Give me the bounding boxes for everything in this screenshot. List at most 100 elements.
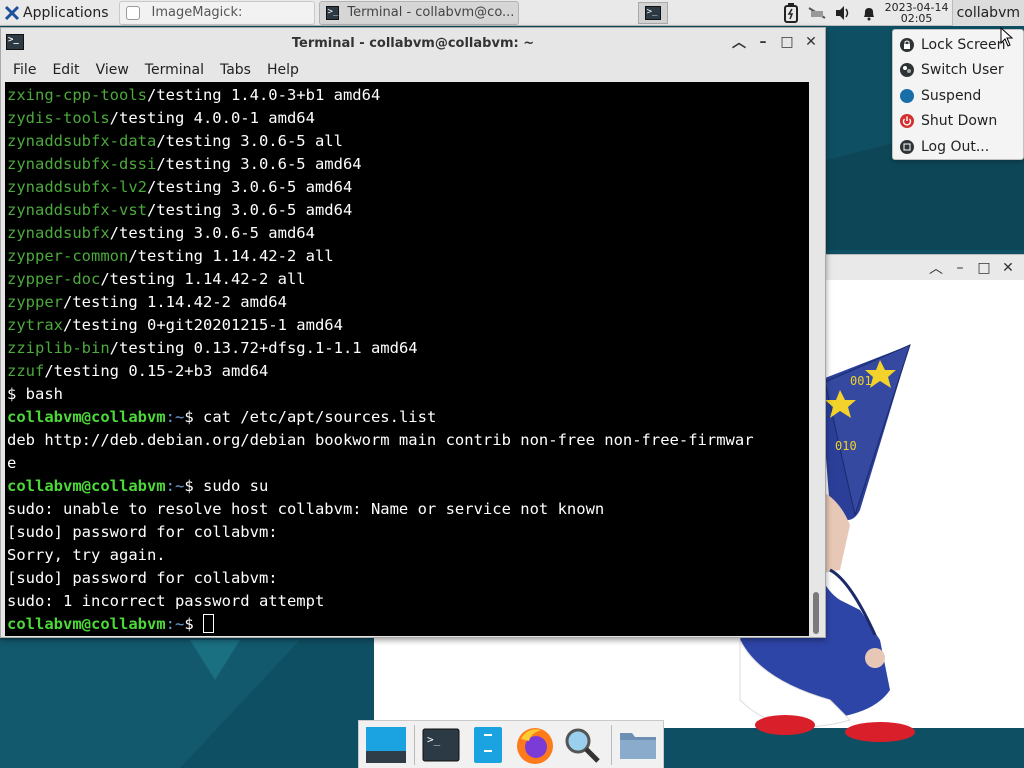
imagemagick-titlebar[interactable]: ︿ – □ ✕: [826, 254, 1024, 280]
text-cursor: [202, 614, 214, 633]
imagemagick-icon: [125, 5, 140, 20]
terminal-titlebar[interactable]: >_ Terminal - collabvm@collabvm: ~ ︿ – □…: [1, 28, 825, 58]
dock-search[interactable]: [560, 723, 605, 767]
close-icon[interactable]: ✕: [803, 33, 819, 51]
package-name: zydis-tools: [7, 109, 110, 127]
menu-view[interactable]: View: [88, 62, 137, 78]
search-icon: [565, 728, 601, 763]
terminal-window: >_ Terminal - collabvm@collabvm: ~ ︿ – □…: [0, 27, 826, 638]
terminal-line: deb http://deb.debian.org/debian bookwor…: [7, 431, 754, 449]
package-info: /testing 3.0.6-5 amd64: [146, 201, 353, 219]
switch-user-item[interactable]: Switch User: [893, 58, 1023, 84]
file-manager-icon: [474, 726, 503, 763]
log-out-item[interactable]: Log Out...: [893, 134, 1023, 160]
package-info: /testing 1.14.42-2 all: [100, 270, 306, 288]
power-icon: [899, 113, 915, 129]
maximize-icon[interactable]: □: [779, 33, 795, 51]
package-info: /testing 1.14.42-2 amd64: [63, 293, 287, 311]
prompt-symbol: $: [184, 408, 203, 426]
terminal-output[interactable]: zxing-cpp-tools/testing 1.4.0-3+b1 amd64…: [5, 82, 809, 636]
volume-icon[interactable]: [832, 2, 854, 24]
session-menu: Lock Screen Switch User Suspend Shut Dow…: [892, 29, 1024, 160]
package-line: zydis-tools/testing 4.0.0-1 amd64: [7, 107, 807, 130]
terminal-title: Terminal - collabvm@collabvm: ~: [291, 35, 535, 51]
terminal-icon: >_: [325, 5, 340, 20]
top-panel: Applications ImageMagick: >_ Terminal - …: [0, 0, 1024, 26]
terminal-line: [sudo] password for collabvm:: [7, 569, 278, 587]
taskbar-terminal-label: Terminal - collabvm@co...: [347, 5, 515, 20]
suspend-label: Suspend: [921, 87, 982, 104]
dock-separator: [610, 724, 612, 765]
minimize-icon[interactable]: –: [952, 259, 968, 277]
terminal-line: Sorry, try again.: [7, 546, 166, 564]
lock-icon: [899, 37, 915, 53]
mouse-pointer-icon: [1000, 27, 1014, 47]
package-name: zypper: [7, 293, 63, 311]
user-session-button[interactable]: collabvm: [951, 0, 1024, 26]
terminal-line: $ bash: [7, 385, 63, 403]
applications-menu-button[interactable]: Applications: [0, 0, 113, 26]
terminal-scrollbar[interactable]: [809, 82, 823, 636]
dock: >_: [358, 720, 664, 768]
chevron-up-icon[interactable]: ︿: [731, 33, 747, 51]
terminal-menubar: File Edit View Terminal Tabs Help: [1, 58, 825, 82]
package-info: /testing 3.0.6-5 amd64: [109, 224, 315, 242]
package-name: zziplib-bin: [7, 339, 110, 357]
battery-icon[interactable]: [780, 2, 802, 24]
taskbar-imagemagick[interactable]: ImageMagick:: [118, 0, 315, 25]
log-out-label: Log Out...: [921, 138, 990, 155]
package-info: /testing 3.0.6-5 amd64: [146, 178, 353, 196]
prompt-user: collabvm@collabvm: [7, 408, 166, 426]
package-info: /testing 1.14.42-2 all: [128, 247, 334, 265]
command-text: cat /etc/apt/sources.list: [202, 408, 437, 426]
package-name: zxing-cpp-tools: [7, 86, 147, 104]
suspend-item[interactable]: Suspend: [893, 83, 1023, 109]
user-label: collabvm: [956, 4, 1020, 21]
workspace-switcher[interactable]: >_: [637, 1, 668, 24]
svg-text:001: 001: [850, 374, 872, 388]
terminal-line: collabvm@collabvm:~$ cat /etc/apt/source…: [7, 406, 807, 429]
network-icon[interactable]: [806, 2, 828, 24]
package-line: zziplib-bin/testing 0.13.72+dfsg.1-1.1 a…: [7, 337, 807, 360]
package-name: zynaddsubfx-lv2: [7, 178, 147, 196]
menu-file[interactable]: File: [5, 62, 44, 78]
package-line: zypper-doc/testing 1.14.42-2 all: [7, 268, 807, 291]
dock-folder[interactable]: [616, 723, 661, 767]
dock-file-manager[interactable]: [466, 723, 511, 767]
taskbar-terminal[interactable]: >_ Terminal - collabvm@co...: [318, 0, 519, 25]
prompt-symbol: $: [184, 477, 203, 495]
package-info: /testing 0.15-2+b3 amd64: [44, 362, 269, 380]
package-info: /testing 0+git20201215-1 amd64: [63, 316, 343, 334]
clock-time: 02:05: [900, 11, 933, 25]
prompt-path: :~: [165, 615, 185, 633]
menu-edit[interactable]: Edit: [44, 62, 87, 78]
shut-down-label: Shut Down: [921, 113, 998, 130]
menu-tabs[interactable]: Tabs: [212, 62, 259, 78]
package-name: zypper-doc: [7, 270, 101, 288]
menu-help[interactable]: Help: [259, 62, 307, 78]
package-line: zxing-cpp-tools/testing 1.4.0-3+b1 amd64: [7, 84, 807, 107]
package-line: zynaddsubfx-data/testing 3.0.6-5 all: [7, 130, 807, 153]
package-line: zynaddsubfx-lv2/testing 3.0.6-5 amd64: [7, 176, 807, 199]
maximize-icon[interactable]: □: [976, 259, 992, 277]
folder-icon: [620, 732, 657, 759]
workspace-terminal-icon: >_: [644, 5, 661, 20]
scrollbar-thumb[interactable]: [813, 592, 819, 634]
notifications-bell-icon[interactable]: [858, 2, 880, 24]
command-text: sudo su: [202, 477, 269, 495]
close-icon[interactable]: ✕: [1000, 259, 1016, 277]
menu-terminal[interactable]: Terminal: [137, 62, 212, 78]
prompt-path: :~: [165, 477, 185, 495]
package-info: /testing 3.0.6-5 all: [156, 132, 343, 150]
dock-separator: [414, 724, 415, 765]
clock[interactable]: 2023-04-14 02:05: [882, 2, 952, 24]
minimize-icon[interactable]: –: [755, 33, 771, 51]
terminal-line: sudo: unable to resolve host collabvm: N…: [7, 500, 605, 518]
shut-down-item[interactable]: Shut Down: [893, 109, 1023, 135]
dock-terminal[interactable]: >_: [419, 723, 464, 767]
package-name: zynaddsubfx-dssi: [7, 155, 157, 173]
package-line: zytrax/testing 0+git20201215-1 amd64: [7, 314, 807, 337]
dock-firefox[interactable]: [513, 723, 558, 767]
chevron-up-icon[interactable]: ︿: [928, 259, 944, 277]
dock-show-desktop[interactable]: [363, 723, 408, 767]
